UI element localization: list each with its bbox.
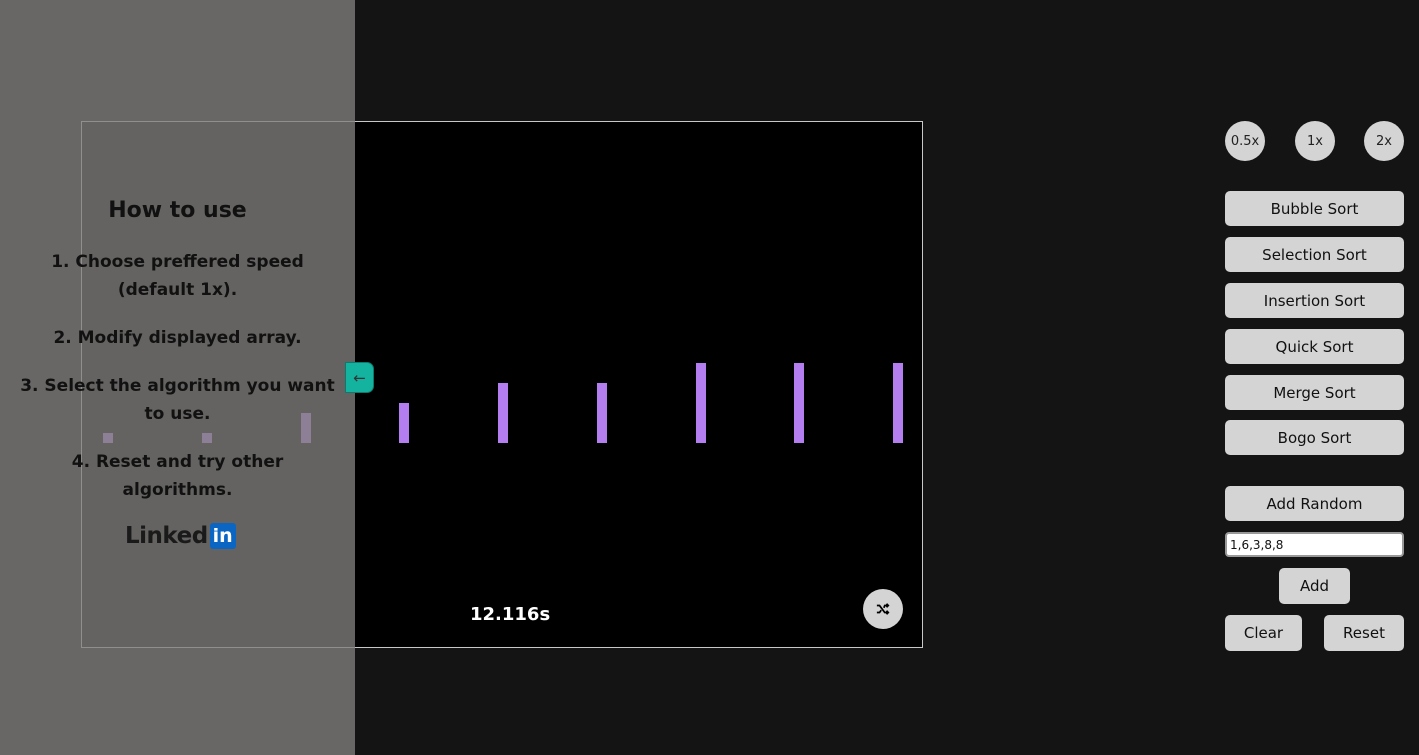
array-bar: [498, 383, 508, 443]
howto-step-4: 4. Reset and try other algorithms.: [71, 452, 284, 500]
clear-button[interactable]: Clear: [1225, 615, 1302, 651]
array-bar: [695, 363, 706, 443]
sidebar-toggle-button[interactable]: ←: [345, 362, 374, 393]
add-random-button[interactable]: Add Random: [1225, 486, 1404, 521]
speed-half-button[interactable]: 0.5x: [1225, 121, 1265, 161]
shuffle-button[interactable]: [863, 589, 903, 629]
add-button[interactable]: Add: [1279, 568, 1350, 604]
howto-step-1: 1. Choose preffered speed (default 1x).: [51, 252, 304, 300]
reset-button[interactable]: Reset: [1324, 615, 1404, 651]
insertion-sort-button[interactable]: Insertion Sort: [1225, 283, 1404, 318]
timer-display: 12.116s: [470, 604, 551, 625]
bubble-sort-button[interactable]: Bubble Sort: [1225, 191, 1404, 226]
selection-sort-button[interactable]: Selection Sort: [1225, 237, 1404, 272]
array-bar: [893, 363, 903, 443]
linkedin-link[interactable]: Linked in: [125, 521, 236, 551]
howto-step-2: 2. Modify displayed array.: [53, 328, 302, 348]
arrow-left-icon: ←: [353, 368, 366, 387]
linkedin-text: Linked: [125, 523, 208, 549]
array-input[interactable]: [1225, 532, 1404, 557]
array-bar: [399, 403, 410, 443]
speed-2x-button[interactable]: 2x: [1364, 121, 1404, 161]
howto-sidebar: How to use 1. Choose preffered speed (de…: [0, 0, 355, 755]
bogo-sort-button[interactable]: Bogo Sort: [1225, 420, 1404, 455]
speed-1x-button[interactable]: 1x: [1295, 121, 1335, 161]
array-bar: [794, 363, 805, 443]
howto-title: How to use: [108, 198, 247, 223]
shuffle-icon: [876, 603, 890, 615]
merge-sort-button[interactable]: Merge Sort: [1225, 375, 1404, 410]
howto-step-3: 3. Select the algorithm you want to use.: [20, 376, 335, 424]
array-bar: [596, 383, 607, 443]
linkedin-icon: in: [209, 523, 236, 549]
quick-sort-button[interactable]: Quick Sort: [1225, 329, 1404, 364]
